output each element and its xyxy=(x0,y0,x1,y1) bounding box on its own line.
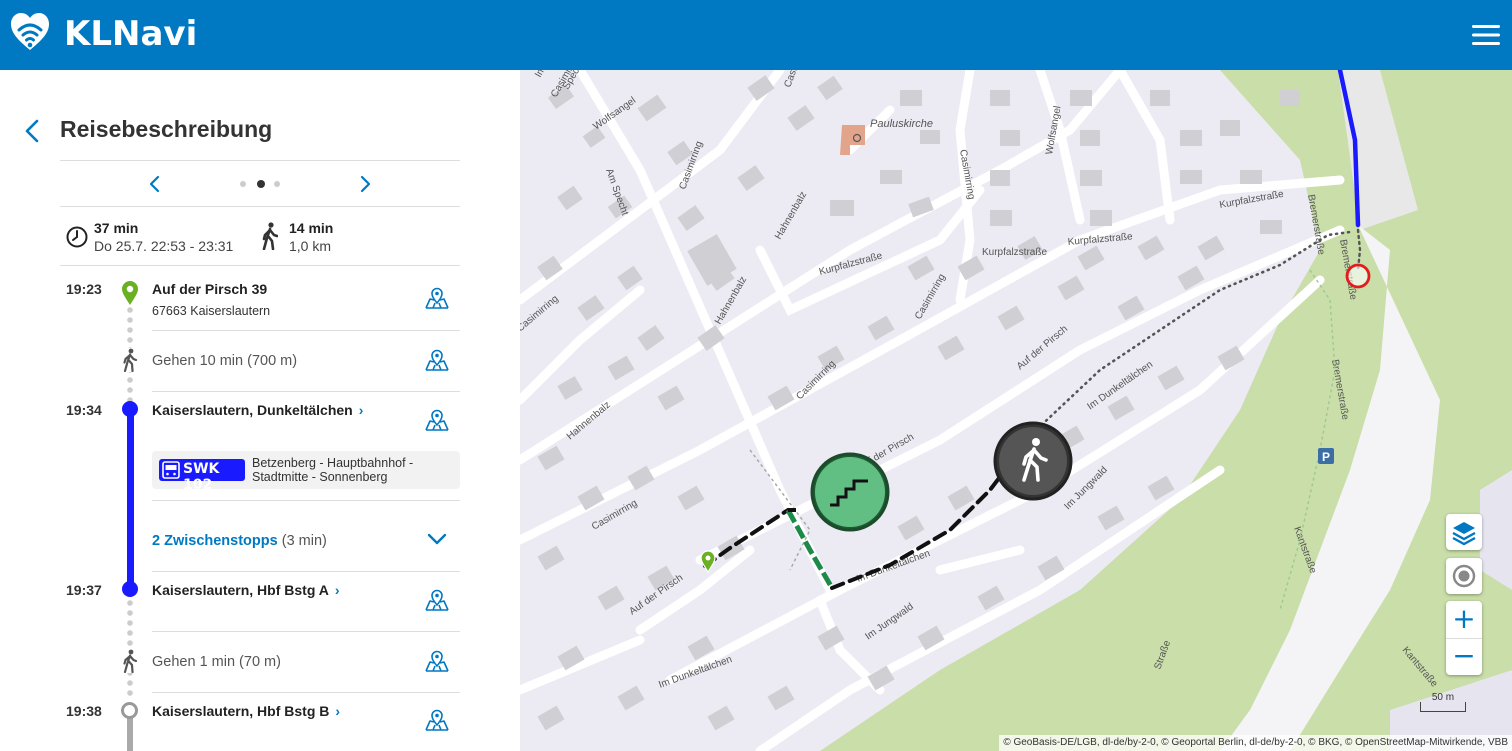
hamburger-menu-icon[interactable] xyxy=(1470,22,1502,48)
layers-icon xyxy=(1452,522,1476,546)
divider xyxy=(152,330,460,331)
pager-dot[interactable] xyxy=(274,181,280,187)
zoom-in-button[interactable]: + xyxy=(1446,601,1482,638)
street-label: Kurpfalzstraße xyxy=(1067,231,1133,248)
start-pin-icon xyxy=(122,281,138,305)
back-arrow-icon[interactable] xyxy=(22,118,42,144)
divider xyxy=(60,206,460,207)
pager-dot[interactable] xyxy=(240,181,246,187)
route-map[interactable]: Specht Wolfsangel Am Specht Casimirring … xyxy=(520,70,1512,751)
walk-duration: 14 min xyxy=(289,220,334,236)
stop-name[interactable]: Kaiserslautern, Dunkeltälchen › xyxy=(152,402,363,418)
show-on-map-icon[interactable] xyxy=(424,408,450,432)
page-title: Reisebeschreibung xyxy=(60,116,273,142)
walking-icon xyxy=(122,348,138,372)
divider xyxy=(152,571,460,572)
stop-name[interactable]: Kaiserslautern, Hbf Bstg B › xyxy=(152,703,340,719)
walking-icon xyxy=(122,649,138,673)
street-label: Im Jungwald xyxy=(863,601,915,642)
stop-dot xyxy=(122,581,138,597)
street-label: Casimirring xyxy=(782,70,810,89)
stop-time: 19:37 xyxy=(66,582,102,598)
stop-ring xyxy=(121,702,138,719)
divider xyxy=(152,500,460,501)
stop-dot xyxy=(122,401,138,417)
clock-icon xyxy=(66,226,88,248)
stop-name[interactable]: Kaiserslautern, Hbf Bstg A › xyxy=(152,582,340,598)
stop-time: 19:38 xyxy=(66,703,102,719)
expand-chevron-icon[interactable] xyxy=(426,530,448,548)
previous-route-icon[interactable] xyxy=(146,174,164,194)
locate-button[interactable] xyxy=(1446,558,1482,594)
parking-label: P xyxy=(1322,450,1330,464)
map-canvas[interactable]: Specht Wolfsangel Am Specht Casimirring … xyxy=(520,70,1512,751)
next-route-icon[interactable] xyxy=(356,174,374,194)
street-label: Hahnenbalz xyxy=(773,190,809,242)
church-label: Pauluskirche xyxy=(870,118,933,130)
app-title: KLNavi xyxy=(64,14,198,54)
start-postcode: 67663 Kaiserslautern xyxy=(152,304,271,318)
show-on-map-icon[interactable] xyxy=(424,708,450,732)
logo-heart-wifi-icon xyxy=(11,13,49,50)
walking-marker-icon[interactable] xyxy=(993,421,1073,501)
start-address: Auf der Pirsch 39 xyxy=(152,281,268,297)
show-on-map-icon[interactable] xyxy=(424,286,450,310)
line-route: Betzenberg - Hauptbahnhof - Stadtmitte -… xyxy=(252,456,414,484)
walk-leg-1: Gehen 10 min (700 m) xyxy=(152,353,298,369)
itinerary-panel: Reisebeschreibung 37 min Do 25.7. 22:53 … xyxy=(0,70,520,751)
intermediate-duration: (3 min) xyxy=(281,533,327,549)
intermediate-stops[interactable]: 2 Zwischenstopps (3 min) xyxy=(152,533,327,549)
date-range: Do 25.7. 22:53 - 23:31 xyxy=(94,238,234,254)
map-attribution: © GeoBasis-DE/LGB, dl-de/by-2-0, © Geopo… xyxy=(999,735,1512,751)
pager-dot-active[interactable] xyxy=(257,180,265,188)
zoom-out-button[interactable]: − xyxy=(1446,638,1482,675)
show-on-map-icon[interactable] xyxy=(424,348,450,372)
layers-button[interactable] xyxy=(1446,514,1482,550)
scale-bar: 50 m xyxy=(1420,693,1466,712)
total-duration: 37 min xyxy=(94,220,139,236)
line-number: SWK 102 xyxy=(183,461,220,493)
bus-line-info: SWK 102 Betzenberg - Hauptbahnhof - Stad… xyxy=(152,451,460,493)
next-leg-line xyxy=(127,715,133,751)
zoom-controls: + − xyxy=(1446,601,1482,675)
stairs-marker-icon[interactable] xyxy=(810,452,890,532)
destination-marker[interactable] xyxy=(1345,263,1371,289)
location-target-icon xyxy=(1452,564,1476,588)
street-label: Hahnenbalz xyxy=(565,400,613,443)
intermediate-stops-link[interactable]: 2 Zwischenstopps xyxy=(152,533,278,549)
divider xyxy=(152,692,460,693)
line-badge: SWK 102 xyxy=(159,459,245,493)
divider xyxy=(60,160,460,161)
walk-distance: 1,0 km xyxy=(289,238,332,254)
start-time: 19:23 xyxy=(66,281,102,297)
walking-icon xyxy=(262,222,278,250)
app-header: KLNavi xyxy=(0,0,1512,70)
show-on-map-icon[interactable] xyxy=(424,588,450,612)
street-label: Im Dunkeltälchen xyxy=(855,548,931,585)
show-on-map-icon[interactable] xyxy=(424,649,450,673)
street-label: Kurpfalzstraße xyxy=(982,247,1047,258)
divider xyxy=(152,631,460,632)
stop-time: 19:34 xyxy=(66,402,102,418)
divider xyxy=(152,391,460,392)
divider xyxy=(60,265,460,266)
start-pin-icon[interactable] xyxy=(700,550,716,574)
walk-leg-2: Gehen 1 min (70 m) xyxy=(152,654,281,670)
bus-route-line xyxy=(127,408,134,590)
bus-icon xyxy=(162,461,180,479)
